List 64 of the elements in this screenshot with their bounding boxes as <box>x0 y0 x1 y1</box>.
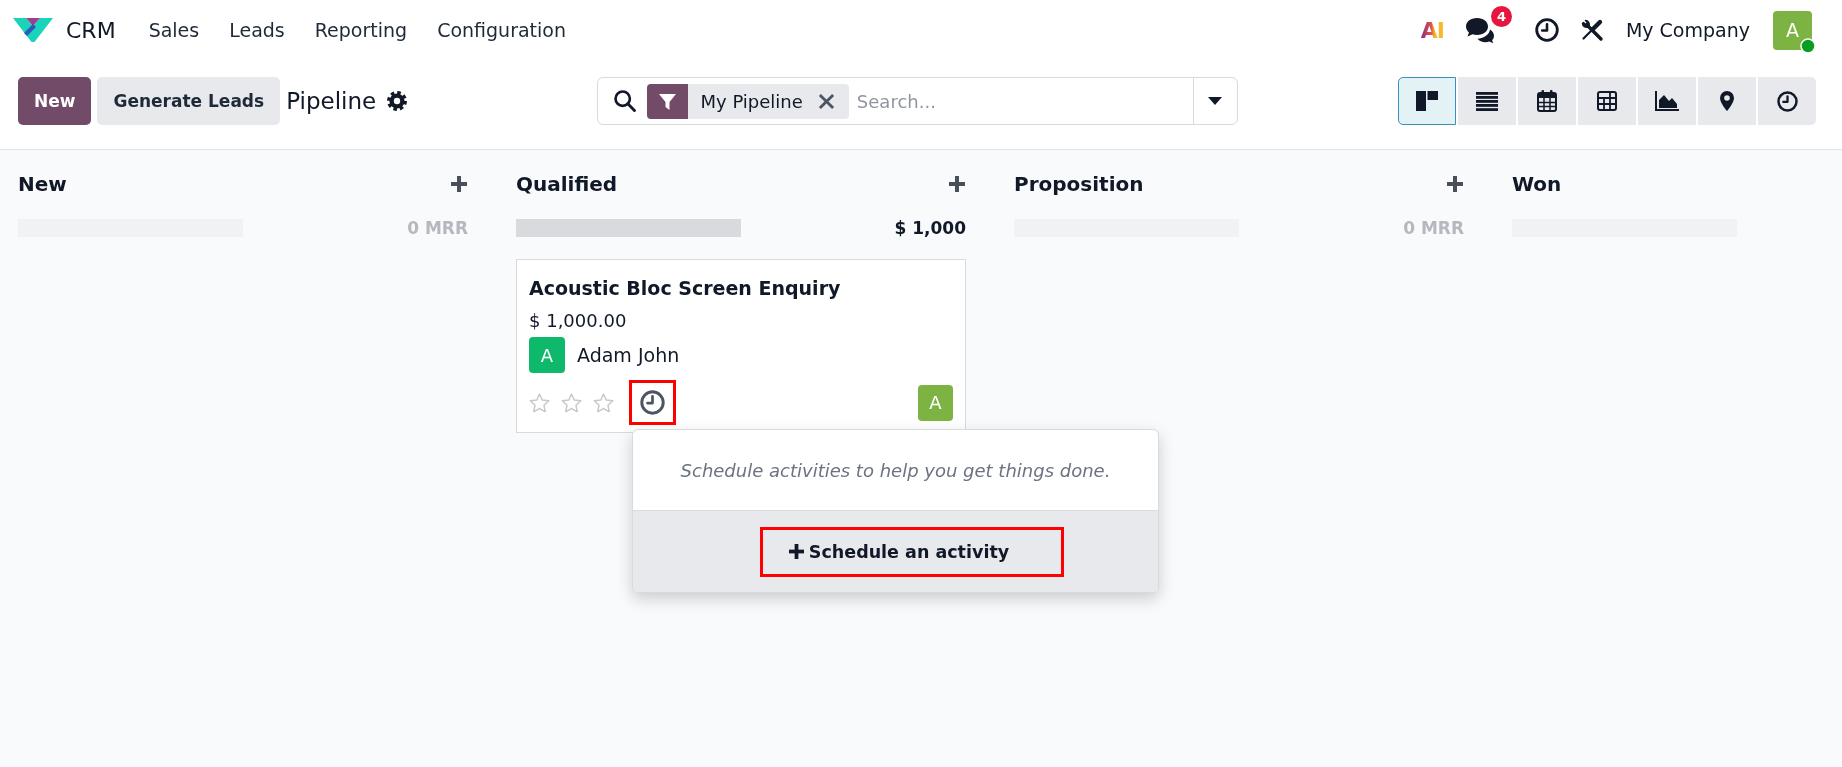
quick-create-button[interactable] <box>451 176 467 192</box>
menu-item[interactable]: Leads <box>214 19 300 41</box>
kanban-card[interactable]: Acoustic Bloc Screen Enquiry $ 1,000.00 A Adam John A <box>516 259 966 433</box>
menu-item[interactable]: Configuration <box>422 19 581 41</box>
tools-icon[interactable] <box>1579 18 1604 42</box>
search-bar[interactable]: My Pipeline Search... <box>596 77 1238 125</box>
close-icon[interactable] <box>817 92 835 110</box>
table-icon <box>1597 91 1617 111</box>
plus-icon <box>451 176 467 192</box>
column-title: Proposition <box>1014 172 1144 196</box>
star-icon[interactable] <box>529 392 550 413</box>
clock-icon <box>1776 90 1798 112</box>
card-amount: $ 1,000.00 <box>529 309 628 333</box>
activity-view-button[interactable] <box>1758 77 1816 125</box>
column-title: Won <box>1512 172 1562 196</box>
map-view-button[interactable] <box>1698 77 1756 125</box>
chat-icon[interactable] <box>1464 17 1495 43</box>
settings-gear-icon[interactable] <box>387 91 408 111</box>
column-title: Qualified <box>516 172 618 196</box>
caret-icon <box>1208 97 1222 105</box>
customer-avatar: A <box>529 337 565 373</box>
app-logo-icon[interactable] <box>13 17 53 43</box>
area-chart-icon <box>1655 91 1679 111</box>
plus-icon <box>788 544 804 559</box>
quick-create-button[interactable] <box>1447 176 1463 192</box>
search-facet[interactable]: My Pipeline <box>646 83 849 119</box>
search-icon[interactable] <box>613 90 636 112</box>
menu-item[interactable]: Sales <box>133 19 215 41</box>
generate-leads-button[interactable]: Generate Leads <box>97 77 281 125</box>
new-button[interactable]: New <box>18 77 92 125</box>
quick-create-button[interactable] <box>949 176 965 192</box>
star-icon[interactable] <box>593 392 614 413</box>
list-view-button[interactable] <box>1458 77 1516 125</box>
message-count-badge: 4 <box>1490 6 1512 27</box>
clock-icon <box>640 390 665 415</box>
column-total: $ 1,000 <box>894 218 966 238</box>
card-title: Acoustic Bloc Screen Enquiry <box>529 276 842 300</box>
star-rating[interactable] <box>529 392 614 413</box>
clock-icon[interactable] <box>1534 18 1559 42</box>
page-title: Pipeline <box>286 88 377 114</box>
column-title: New <box>18 172 67 196</box>
company-switcher[interactable]: My Company <box>1625 19 1750 41</box>
activity-button[interactable] <box>629 380 676 425</box>
schedule-activity-button[interactable]: Schedule an activity <box>760 526 1064 577</box>
app-name[interactable]: CRM <box>66 17 116 43</box>
facet-label: My Pipeline <box>700 90 803 112</box>
plus-icon <box>949 176 965 192</box>
pivot-view-button[interactable] <box>1578 77 1636 125</box>
star-icon[interactable] <box>561 392 582 413</box>
menu-item[interactable]: Reporting <box>299 19 423 41</box>
column-total: 0 MRR <box>1403 218 1464 238</box>
calendar-icon <box>1537 90 1557 112</box>
list-icon <box>1476 91 1498 111</box>
calendar-view-button[interactable] <box>1518 77 1576 125</box>
customer-name: Adam John <box>577 344 680 366</box>
kanban-icon <box>1416 91 1438 111</box>
filter-icon <box>646 83 688 119</box>
kanban-view-button[interactable] <box>1398 77 1456 125</box>
map-pin-icon <box>1720 91 1734 111</box>
graph-view-button[interactable] <box>1638 77 1696 125</box>
popover-message: Schedule activities to help you get things done. <box>679 458 1112 483</box>
column-total: 0 MRR <box>407 218 468 238</box>
search-input[interactable]: Search... <box>854 82 1193 120</box>
plus-icon <box>1447 176 1463 192</box>
